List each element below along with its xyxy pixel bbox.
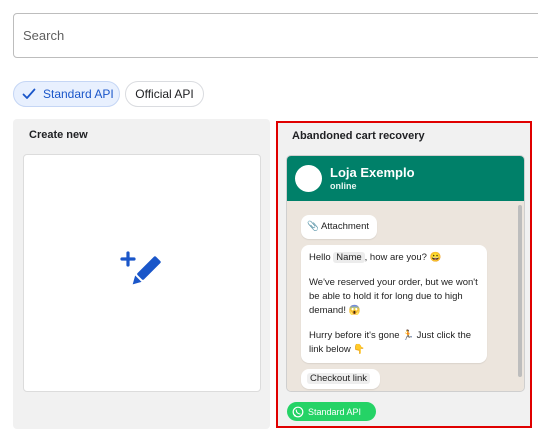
- card-title: Create new: [29, 129, 88, 141]
- filter-chip-label: Official API: [135, 87, 194, 101]
- create-new-card: Create new: [13, 119, 270, 429]
- attachment-bubble: 📎 Attachment: [301, 215, 377, 239]
- message-paragraph: We've reserved your order, but we won't …: [309, 277, 478, 316]
- checkout-link-button: Checkout link: [301, 369, 380, 389]
- filter-chip-official-api[interactable]: Official API: [125, 81, 204, 107]
- contact-name: Loja Exemplo: [330, 165, 415, 180]
- scrollbar[interactable]: [518, 205, 522, 377]
- checkmark-icon: [22, 87, 38, 101]
- message-bubble: Hello Name, how are you? 😀 We've reserve…: [301, 245, 487, 363]
- create-new-button[interactable]: [23, 154, 261, 392]
- contact-status: online: [330, 181, 357, 191]
- variable-chip: Name: [333, 252, 365, 263]
- abandoned-cart-template-card[interactable]: Abandoned cart recovery Loja Exemplo onl…: [276, 121, 532, 428]
- badge-label: Standard API: [308, 406, 362, 417]
- message-greeting: Hello Name, how are you? 😀: [309, 252, 442, 263]
- chat-header: Loja Exemplo online: [287, 156, 524, 201]
- chat-body: 📎 Attachment Hello Name, how are you? 😀 …: [287, 201, 524, 391]
- filter-chip-standard-api[interactable]: Standard API: [13, 81, 120, 107]
- whatsapp-preview: Loja Exemplo online 📎 Attachment Hello N…: [286, 155, 525, 392]
- message-paragraph: Hurry before it's gone 🏃 Just click the …: [309, 330, 472, 355]
- filter-chip-label: Standard API: [43, 87, 114, 101]
- whatsapp-icon: [292, 406, 304, 418]
- button-label: Checkout link: [307, 373, 371, 384]
- avatar: [295, 165, 322, 192]
- api-type-badge: Standard API: [287, 402, 376, 421]
- edit-pencil-plus-icon: [120, 249, 164, 298]
- search-input[interactable]: [14, 14, 538, 57]
- search-box[interactable]: [13, 13, 538, 58]
- card-title: Abandoned cart recovery: [292, 130, 425, 142]
